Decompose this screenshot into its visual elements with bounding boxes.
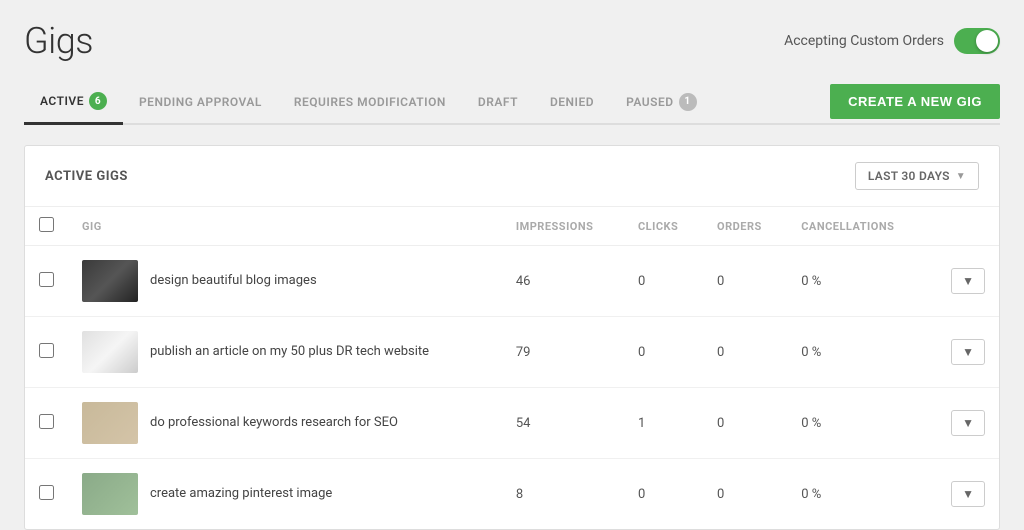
row-action-dropdown[interactable]: ▼: [951, 410, 985, 436]
gig-cell-content: create amazing pinterest image: [82, 473, 488, 515]
gig-name: publish an article on my 50 plus DR tech…: [150, 343, 429, 361]
row-impressions: 8: [502, 459, 624, 530]
row-clicks: 0: [624, 459, 703, 530]
col-gig: GIG: [68, 207, 502, 246]
row-impressions: 46: [502, 246, 624, 317]
row-impressions: 54: [502, 388, 624, 459]
row-action-dropdown[interactable]: ▼: [951, 339, 985, 365]
gig-name: do professional keywords research for SE…: [150, 414, 398, 432]
row-checkbox-4[interactable]: [39, 485, 54, 500]
select-all-header: [25, 207, 68, 246]
gig-name: design beautiful blog images: [150, 272, 317, 290]
row-checkbox-1[interactable]: [39, 272, 54, 287]
page-title: Gigs: [24, 20, 93, 62]
tab-active-label: ACTIVE: [40, 94, 84, 108]
row-cancellations: 0 %: [787, 388, 927, 459]
page-wrapper: Gigs Accepting Custom Orders ACTIVE 6 PE…: [0, 0, 1024, 530]
tab-draft[interactable]: DRAFT: [462, 83, 534, 121]
gig-thumbnail: [82, 331, 138, 373]
row-gig-cell: do professional keywords research for SE…: [68, 388, 502, 459]
row-gig-cell: publish an article on my 50 plus DR tech…: [68, 317, 502, 388]
col-impressions: IMPRESSIONS: [502, 207, 624, 246]
row-orders: 0: [703, 459, 787, 530]
top-header: Gigs Accepting Custom Orders: [24, 20, 1000, 62]
row-actions-cell: ▼: [927, 317, 999, 388]
tab-paused[interactable]: PAUSED 1: [610, 81, 712, 123]
row-clicks: 1: [624, 388, 703, 459]
gig-thumbnail: [82, 473, 138, 515]
tab-pending-label: PENDING APPROVAL: [139, 95, 262, 109]
row-action-dropdown[interactable]: ▼: [951, 481, 985, 507]
custom-orders-toggle[interactable]: [954, 28, 1000, 54]
row-actions-cell: ▼: [927, 459, 999, 530]
card-header: ACTIVE GIGS LAST 30 DAYS ▼: [25, 146, 999, 207]
gig-name: create amazing pinterest image: [150, 485, 332, 503]
table-row: create amazing pinterest image 8 0 0 0 %…: [25, 459, 999, 530]
tab-draft-label: DRAFT: [478, 95, 518, 109]
row-orders: 0: [703, 388, 787, 459]
tabs-bar: ACTIVE 6 PENDING APPROVAL REQUIRES MODIF…: [24, 80, 1000, 125]
gig-cell-content: publish an article on my 50 plus DR tech…: [82, 331, 488, 373]
row-orders: 0: [703, 246, 787, 317]
gig-thumbnail: [82, 260, 138, 302]
table-row: do professional keywords research for SE…: [25, 388, 999, 459]
row-checkbox-cell: [25, 246, 68, 317]
row-cancellations: 0 %: [787, 246, 927, 317]
gig-cell-content: design beautiful blog images: [82, 260, 488, 302]
table-header-row: GIG IMPRESSIONS CLICKS ORDERS CANCELLATI…: [25, 207, 999, 246]
period-label: LAST 30 DAYS: [868, 169, 950, 183]
row-actions-cell: ▼: [927, 388, 999, 459]
custom-orders-label: Accepting Custom Orders: [784, 33, 944, 49]
tab-paused-label: PAUSED: [626, 95, 673, 109]
gigs-table: GIG IMPRESSIONS CLICKS ORDERS CANCELLATI…: [25, 207, 999, 529]
table-row: publish an article on my 50 plus DR tech…: [25, 317, 999, 388]
tab-active[interactable]: ACTIVE 6: [24, 80, 123, 125]
row-orders: 0: [703, 317, 787, 388]
row-cancellations: 0 %: [787, 317, 927, 388]
tab-requires-modification[interactable]: REQUIRES MODIFICATION: [278, 83, 462, 121]
col-clicks: CLICKS: [624, 207, 703, 246]
row-clicks: 0: [624, 246, 703, 317]
toggle-knob: [976, 30, 998, 52]
select-all-checkbox[interactable]: [39, 217, 54, 232]
col-orders: ORDERS: [703, 207, 787, 246]
row-gig-cell: design beautiful blog images: [68, 246, 502, 317]
row-clicks: 0: [624, 317, 703, 388]
gig-cell-content: do professional keywords research for SE…: [82, 402, 488, 444]
tab-denied[interactable]: DENIED: [534, 83, 610, 121]
col-actions: [927, 207, 999, 246]
tab-pending[interactable]: PENDING APPROVAL: [123, 83, 278, 121]
row-impressions: 79: [502, 317, 624, 388]
row-checkbox-3[interactable]: [39, 414, 54, 429]
tab-paused-badge: 1: [679, 93, 697, 111]
row-gig-cell: create amazing pinterest image: [68, 459, 502, 530]
active-gigs-card: ACTIVE GIGS LAST 30 DAYS ▼ GIG IMPRESSIO…: [24, 145, 1000, 530]
row-checkbox-cell: [25, 388, 68, 459]
col-cancellations: CANCELLATIONS: [787, 207, 927, 246]
row-actions-cell: ▼: [927, 246, 999, 317]
period-dropdown[interactable]: LAST 30 DAYS ▼: [855, 162, 979, 190]
row-checkbox-cell: [25, 317, 68, 388]
gig-thumbnail: [82, 402, 138, 444]
dropdown-arrow-icon: ▼: [956, 171, 966, 182]
tab-active-badge: 6: [89, 92, 107, 110]
row-checkbox-2[interactable]: [39, 343, 54, 358]
row-cancellations: 0 %: [787, 459, 927, 530]
row-action-dropdown[interactable]: ▼: [951, 268, 985, 294]
row-checkbox-cell: [25, 459, 68, 530]
tab-denied-label: DENIED: [550, 95, 594, 109]
table-row: design beautiful blog images 46 0 0 0 % …: [25, 246, 999, 317]
tabs-left: ACTIVE 6 PENDING APPROVAL REQUIRES MODIF…: [24, 80, 713, 123]
active-gigs-title: ACTIVE GIGS: [45, 169, 128, 184]
custom-orders-area: Accepting Custom Orders: [784, 28, 1000, 54]
create-gig-button[interactable]: CREATE A NEW GIG: [830, 84, 1000, 119]
tab-requires-label: REQUIRES MODIFICATION: [294, 95, 446, 109]
